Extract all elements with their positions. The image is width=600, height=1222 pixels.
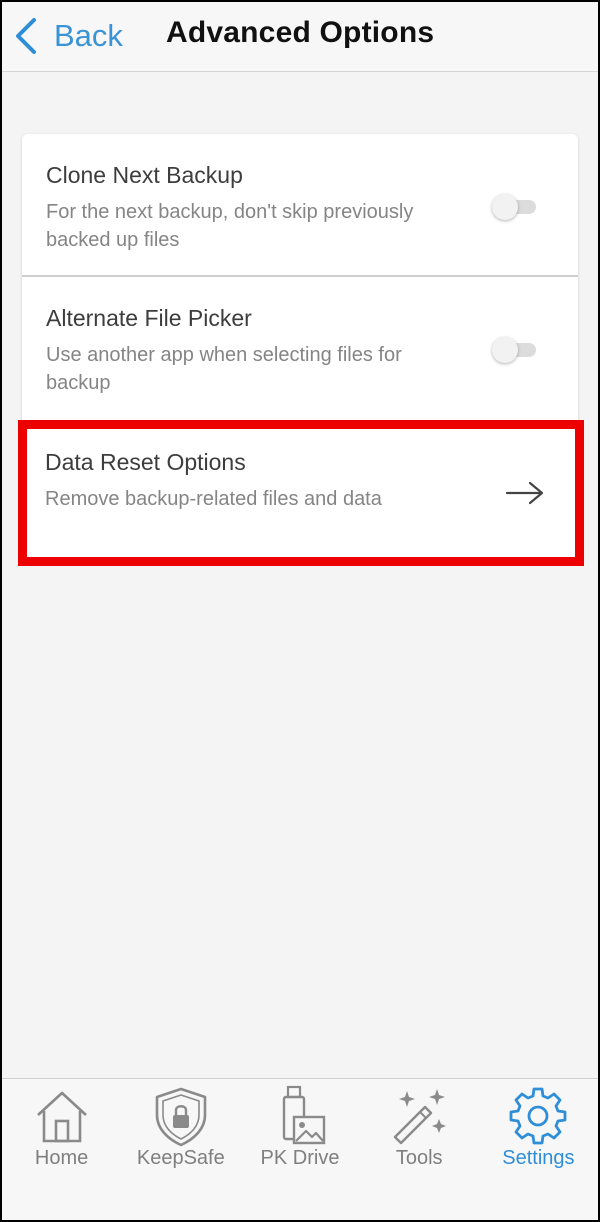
arrow-right-icon xyxy=(505,481,544,505)
tab-settings[interactable]: Settings xyxy=(479,1079,598,1220)
toggle-thumb xyxy=(492,337,518,363)
back-label: Back xyxy=(54,18,123,53)
tab-pk-drive[interactable]: PK Drive xyxy=(240,1079,359,1220)
option-subtitle: Remove backup-related files and data xyxy=(45,488,382,510)
option-subtitle: Use another app when selecting files for… xyxy=(46,344,402,394)
option-title: Alternate File Picker xyxy=(46,305,252,331)
option-clone-next-backup[interactable]: Clone Next Backup For the next backup, d… xyxy=(22,134,578,277)
alternate-file-picker-toggle[interactable] xyxy=(492,337,538,363)
magic-wand-icon xyxy=(394,1089,447,1145)
tab-label: Home xyxy=(34,1147,89,1169)
tab-label: Settings xyxy=(502,1147,575,1169)
tab-label: Tools xyxy=(395,1147,443,1169)
screen: Back Advanced Options Clone Next Backup … xyxy=(2,2,598,1220)
option-data-reset-options[interactable]: Data Reset Options Remove backup-related… xyxy=(18,420,584,566)
tab-bar: Home KeepSafe PK Drive Tools Settings xyxy=(2,1078,598,1220)
page-title: Advanced Options xyxy=(166,16,435,49)
nav-header: Back Advanced Options xyxy=(2,2,598,72)
option-subtitle: For the next backup, don't skip previous… xyxy=(46,201,414,251)
option-title: Clone Next Backup xyxy=(46,162,243,188)
home-icon xyxy=(36,1091,87,1143)
option-title: Data Reset Options xyxy=(45,449,246,475)
back-button[interactable]: Back xyxy=(12,14,123,58)
chevron-left-icon xyxy=(16,18,36,54)
gear-icon xyxy=(510,1087,567,1145)
tab-label: KeepSafe xyxy=(136,1147,225,1169)
drive-icon xyxy=(282,1085,326,1145)
option-alternate-file-picker[interactable]: Alternate File Picker Use another app wh… xyxy=(22,277,578,421)
clone-next-backup-toggle[interactable] xyxy=(492,194,538,220)
tab-home[interactable]: Home xyxy=(2,1079,121,1220)
tab-tools[interactable]: Tools xyxy=(360,1079,479,1220)
tab-keepsafe[interactable]: KeepSafe xyxy=(121,1079,240,1220)
toggle-thumb xyxy=(492,194,518,220)
shield-lock-icon xyxy=(155,1087,207,1147)
tab-label: PK Drive xyxy=(260,1147,340,1169)
